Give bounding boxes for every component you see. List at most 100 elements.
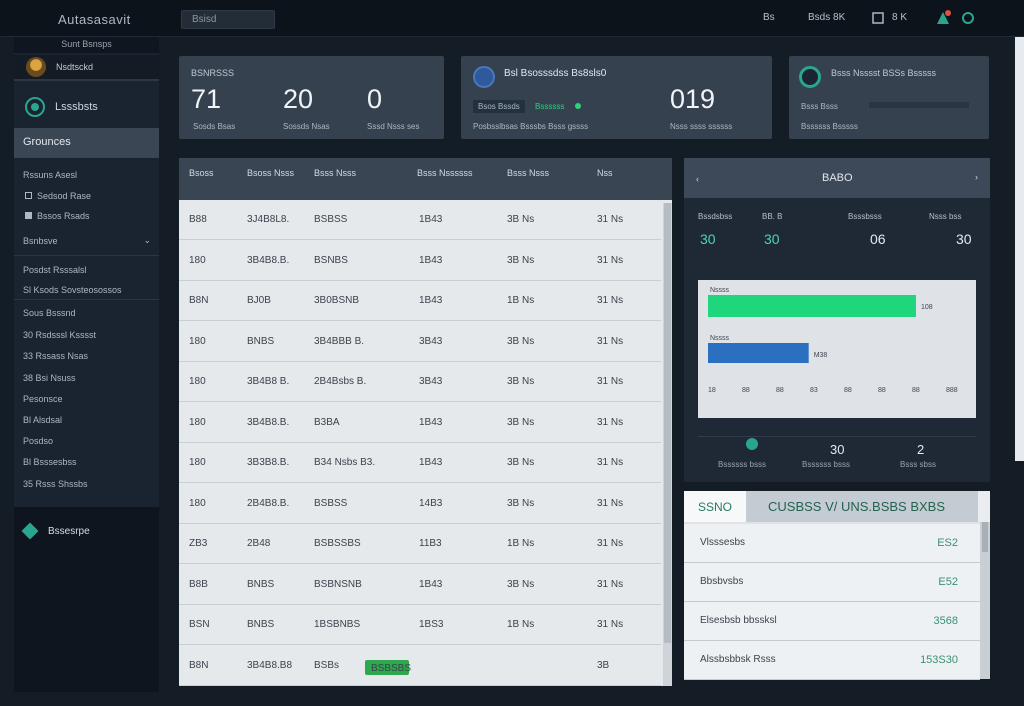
chip[interactable]: Bsos Bssds xyxy=(473,100,525,113)
metric-value: 30 xyxy=(764,231,780,247)
status-pill[interactable]: BSBSBS xyxy=(365,659,411,675)
table-row[interactable]: ZB3 2B48 BSBSSBS 11B3 1B Ns 31 Ns xyxy=(179,524,661,564)
sidebar-item-dropdown[interactable]: Bsnbsve ⌄ xyxy=(14,235,159,246)
list-scrollbar[interactable] xyxy=(980,522,990,679)
sidebar-item[interactable]: 30 Rsdsssl Ksssst xyxy=(14,330,159,340)
sidebar-item[interactable]: Posdso xyxy=(14,436,159,446)
column-header[interactable]: Bsoss Nsss xyxy=(247,168,294,178)
table-row[interactable]: 180 2B4B8.B. BSBSS 14B3 3B Ns 31 Ns xyxy=(179,484,661,524)
table-cell: 2B48 xyxy=(247,538,271,549)
forward-icon[interactable]: › xyxy=(975,172,978,182)
table-cell: 1B43 xyxy=(419,295,443,306)
metric-label: Nsss bss xyxy=(929,212,962,221)
column-header[interactable]: Bsoss xyxy=(189,168,214,178)
tab-secondary[interactable]: CUSBSS V/ UNS.BSBS BXBS xyxy=(746,491,978,522)
table-cell: BSBSS xyxy=(314,497,348,509)
table-cell: 1B43 xyxy=(419,578,443,590)
target-icon xyxy=(799,66,821,88)
topbar-text-2[interactable]: Bsds 8K xyxy=(808,12,845,23)
table-cell: 3B4B8.B. xyxy=(247,254,290,266)
sidebar-item[interactable]: Bl Bsssesbss xyxy=(14,457,159,467)
table-cell: BSN xyxy=(189,619,210,630)
table-row[interactable]: BSN BNBS 1BSBNBS 1BS3 1B Ns 31 Ns xyxy=(179,605,661,645)
table-cell: 1B Ns xyxy=(507,295,535,306)
sidebar-item[interactable]: 35 Rsss Shssbs xyxy=(14,479,159,489)
sidebar-item[interactable]: Posdst Rsssalsl xyxy=(14,265,159,275)
list-item[interactable]: Alssbsbbsk Rsss 153S30 xyxy=(684,641,980,680)
table-cell: 3B Ns xyxy=(507,376,535,387)
user-name: Nsdtsckd xyxy=(56,62,94,72)
stat-card-3[interactable]: Bsss Nsssst BSSs Bsssss Bsss Bsss Bsssss… xyxy=(789,56,989,139)
user-profile[interactable]: Nsdtsckd xyxy=(14,55,159,81)
column-header[interactable]: Nss xyxy=(597,168,613,178)
app-logo[interactable]: Lsssbsts xyxy=(14,89,159,125)
footer-label: Bssssss bsss xyxy=(802,460,851,469)
table-cell: 1B Ns xyxy=(507,619,535,630)
table-row[interactable]: B8N 3B4B8.B8 BSBs 3B BSBSBS xyxy=(179,646,661,686)
list-item[interactable]: Bbsbvsbs E52 xyxy=(684,563,980,602)
table-cell: 31 Ns xyxy=(597,416,624,428)
table-cell: BSBSSBS xyxy=(314,538,361,549)
table-cell: 3B4B8.B8 xyxy=(247,659,293,671)
status-icon[interactable] xyxy=(960,10,976,26)
metric-label: BB. B xyxy=(762,212,783,221)
table-cell: 3B Ns xyxy=(507,578,535,590)
sidebar-item[interactable]: Bl Alsdsal xyxy=(14,415,159,425)
tabs: SSNO CUSBSS V/ UNS.BSBS BXBS xyxy=(684,491,990,522)
table-cell: 3B3B8.B. xyxy=(247,457,290,468)
back-icon[interactable]: ‹ xyxy=(696,174,699,184)
table-cell: 1B43 xyxy=(419,457,443,468)
sidebar-item[interactable]: Rssuns Asesl xyxy=(14,170,159,180)
table-row[interactable]: B8N BJ0B 3B0BSNB 1B43 1B Ns 31 Ns xyxy=(179,281,661,321)
table-cell: 2B4B8.B. xyxy=(247,497,290,509)
sidebar-item[interactable]: 33 Rssass Nsas xyxy=(14,351,159,361)
table-cell: 31 Ns xyxy=(597,497,624,509)
chart-value-label: 108 xyxy=(921,304,933,311)
panel-title: BABO xyxy=(822,172,853,184)
stat-value: 0 xyxy=(367,84,383,114)
footer-link[interactable]: Bssesrpe xyxy=(21,522,159,540)
table-row[interactable]: 180 3B4B8.B. B3BA 1B43 3B Ns 31 Ns xyxy=(179,403,661,443)
sidebar-item[interactable]: Bssos Rsads xyxy=(14,211,159,221)
sidebar-item-active[interactable]: Grounces xyxy=(14,128,159,158)
card-title: Bsl Bsosssdss Bs8sls0 xyxy=(504,68,607,79)
sidebar-item[interactable]: 38 Bsi Nsuss xyxy=(14,373,159,383)
page-scrollbar[interactable] xyxy=(1015,37,1024,461)
stat-label: Nsss ssss ssssss xyxy=(670,122,733,131)
panel-header: ‹ BABO › xyxy=(684,158,990,198)
table-cell: 180 xyxy=(189,457,206,468)
chart-category-label: Nssss xyxy=(710,335,730,342)
table-row[interactable]: 180 BNBS 3B4BBB B. 3B43 3B Ns 31 Ns xyxy=(179,322,661,362)
chart-tick-label: 88 xyxy=(742,387,750,394)
table-row[interactable]: 180 3B4B8.B. BSNBS 1B43 3B Ns 31 Ns xyxy=(179,241,661,281)
table-row[interactable]: B8B BNBS BSBNSNB 1B43 3B Ns 31 Ns xyxy=(179,565,661,605)
table-row[interactable]: 180 3B3B8.B. B34 Nsbs B3. 1B43 3B Ns 31 Ns xyxy=(179,443,661,483)
table-cell: 3B Ns xyxy=(507,335,535,347)
table-cell: 3B Ns xyxy=(507,457,535,468)
notification-icon[interactable] xyxy=(935,10,951,26)
chip-green: Bssssss xyxy=(535,102,565,111)
chart-value-label: M38 xyxy=(814,352,828,359)
list-item[interactable]: Elsesbsb bbssksl 3568 xyxy=(684,602,980,641)
table-scrollbar[interactable] xyxy=(663,203,672,686)
stat-card-2[interactable]: Bsl Bsosssdss Bs8sls0 Bsos Bssds Bssssss… xyxy=(461,56,772,139)
sidebar-item[interactable]: Sedsod Rase xyxy=(14,191,159,201)
metric-value: 30 xyxy=(956,231,972,247)
topbar-text-3[interactable]: 8 K xyxy=(892,12,907,23)
table-cell: 31 Ns xyxy=(597,376,624,387)
list-item[interactable]: Vlsssesbs ES2 xyxy=(684,524,980,563)
sidebar-item[interactable]: Pesonsce xyxy=(14,394,159,404)
topbar-text-1[interactable]: Bs xyxy=(763,12,775,23)
table-row[interactable]: 180 3B4B8 B. 2B4Bsbs B. 3B43 3B Ns 31 Ns xyxy=(179,362,661,402)
stat-card-1[interactable]: BSNRSSS 71 20 0 Sosds Bsas Sossds Nsas S… xyxy=(179,56,444,139)
sidebar-item[interactable]: Sl Ksods Sovsteosossos xyxy=(14,285,159,295)
grid-icon[interactable] xyxy=(870,10,886,26)
column-header[interactable]: Bsss Nsss xyxy=(507,168,549,178)
table-row[interactable]: B88 3J4B8L8. BSBSS 1B43 3B Ns 31 Ns xyxy=(179,200,661,240)
table-cell: BSBs xyxy=(314,659,340,671)
column-header[interactable]: Bsss Nsss xyxy=(314,168,356,178)
search-input[interactable]: Bsisd xyxy=(181,10,275,29)
sidebar-item[interactable]: Sous Bsssnd xyxy=(14,308,159,318)
column-header[interactable]: Bsss Nssssss xyxy=(417,168,473,178)
tab-active[interactable]: SSNO xyxy=(684,491,746,522)
